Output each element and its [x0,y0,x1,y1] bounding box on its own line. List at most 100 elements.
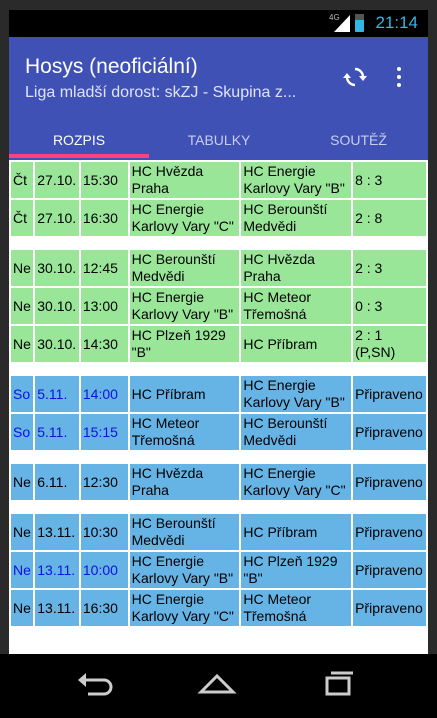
match-row[interactable]: Čt 27.10. 15:30 HC Hvězda Praha HC Energie K… [11,162,426,198]
match-day: Ne [11,288,34,324]
match-time: 16:30 [80,200,128,236]
match-home: HC Hvězda Praha [129,464,240,500]
match-row[interactable]: Ne 30.10. 14:30 HC Plzeň 1929 "B" HC Příbram… [11,326,426,362]
match-day: Ne [11,514,34,550]
match-home: HC Berounští Medvědi [129,250,240,286]
match-time: 14:30 [80,326,128,362]
refresh-icon[interactable] [343,65,367,89]
match-away: HC Energie Karlovy Vary "C" [241,464,352,500]
match-result: 2 : 8 [353,200,426,236]
match-row[interactable]: Ne 6.11. 12:30 HC Hvězda Praha HC Energie Ka… [11,464,426,500]
group-separator [11,364,426,374]
match-away: HC Meteor Třemošná [241,590,352,626]
match-time: 10:00 [80,552,128,588]
match-home: HC Příbram [129,376,240,412]
app-bar: Hosys (neoficiální) Liga mladší dorost: … [9,37,428,160]
match-day: Ne [11,464,34,500]
match-home: HC Berounští Medvědi [129,514,240,550]
match-date: 13.11. [35,514,79,550]
battery-icon [355,14,364,32]
match-time: 13:00 [80,288,128,324]
match-result: Připraveno [353,552,426,588]
match-day: So [11,414,34,450]
match-date: 5.11. [35,414,79,450]
app-subtitle: Liga mladší dorost: skZJ - Skupina z... [25,84,297,101]
match-time: 12:45 [80,250,128,286]
match-away: HC Příbram [241,514,352,550]
group-separator [11,502,426,512]
match-day: So [11,376,34,412]
match-result: 2 : 3 [353,250,426,286]
match-result: Připraveno [353,464,426,500]
match-time: 10:30 [80,514,128,550]
clock: 21:14 [375,13,418,32]
schedule-table: Čt 27.10. 15:30 HC Hvězda Praha HC Energie K… [9,160,428,628]
tab-rozpis[interactable]: ROZPIS [9,132,149,148]
signal-icon [334,15,350,32]
match-time: 12:30 [80,464,128,500]
match-date: 6.11. [35,464,79,500]
match-row[interactable]: Ne 13.11. 10:00 HC Energie Karlovy Vary "B"… [11,552,426,588]
match-away: HC Berounští Medvědi [241,414,352,450]
device-frame: 4G 21:14 Hosys (neoficiální) Liga mladší… [0,0,437,718]
recent-apps-icon[interactable] [318,668,358,698]
tab-soutez[interactable]: SOUTĚŽ [289,132,428,148]
app-title: Hosys (neoficiální) [25,55,198,78]
match-result: Připraveno [353,514,426,550]
more-options-icon[interactable] [389,67,409,89]
match-time: 15:15 [80,414,128,450]
match-date: 13.11. [35,552,79,588]
match-away: HC Příbram [241,326,352,362]
match-row[interactable]: Ne 30.10. 13:00 HC Energie Karlovy Vary "B"… [11,288,426,324]
schedule-list[interactable]: Čt 27.10. 15:30 HC Hvězda Praha HC Energie K… [9,160,428,654]
match-result: 0 : 3 [353,288,426,324]
group-separator [11,452,426,462]
match-away: HC Meteor Třemošná [241,288,352,324]
match-date: 30.10. [35,250,79,286]
match-result: Připraveno [353,414,426,450]
match-date: 13.11. [35,590,79,626]
screen: 4G 21:14 Hosys (neoficiální) Liga mladší… [9,10,428,654]
match-home: HC Hvězda Praha [129,162,240,198]
match-result: 2 : 1 (P,SN) [353,326,426,362]
match-away: HC Energie Karlovy Vary "B" [241,162,352,198]
home-icon[interactable] [197,668,237,698]
match-time: 15:30 [80,162,128,198]
back-icon[interactable] [76,668,116,698]
match-row[interactable]: So 5.11. 15:15 HC Meteor Třemošná HC Berounš… [11,414,426,450]
tab-tabulky[interactable]: TABULKY [149,132,289,148]
match-time: 16:30 [80,590,128,626]
match-away: HC Hvězda Praha [241,250,352,286]
match-row[interactable]: Čt 27.10. 16:30 HC Energie Karlovy Vary "C"… [11,200,426,236]
status-bar: 4G 21:14 [9,10,428,37]
match-home: HC Plzeň 1929 "B" [129,326,240,362]
match-day: Čt [11,162,34,198]
match-date: 5.11. [35,376,79,412]
match-row[interactable]: Ne 13.11. 10:30 HC Berounští Medvědi HC Příb… [11,514,426,550]
match-away: HC Berounští Medvědi [241,200,352,236]
match-date: 30.10. [35,288,79,324]
match-home: HC Meteor Třemošná [129,414,240,450]
match-result: 8 : 3 [353,162,426,198]
match-home: HC Energie Karlovy Vary "B" [129,288,240,324]
match-day: Ne [11,326,34,362]
tab-indicator [9,154,149,158]
match-row[interactable]: Ne 30.10. 12:45 HC Berounští Medvědi HC Hvěz… [11,250,426,286]
match-day: Ne [11,250,34,286]
match-day: Ne [11,552,34,588]
match-away: HC Plzeň 1929 "B" [241,552,352,588]
match-home: HC Energie Karlovy Vary "C" [129,200,240,236]
match-away: HC Energie Karlovy Vary "B" [241,376,352,412]
match-row[interactable]: Ne 13.11. 16:30 HC Energie Karlovy Vary "C"… [11,590,426,626]
match-date: 30.10. [35,326,79,362]
match-day: Čt [11,200,34,236]
match-home: HC Energie Karlovy Vary "B" [129,552,240,588]
group-separator [11,238,426,248]
match-result: Připraveno [353,376,426,412]
match-home: HC Energie Karlovy Vary "C" [129,590,240,626]
match-result: Připraveno [353,590,426,626]
match-time: 14:00 [80,376,128,412]
match-day: Ne [11,590,34,626]
match-date: 27.10. [35,200,79,236]
match-row[interactable]: So 5.11. 14:00 HC Příbram HC Energie Karlovy… [11,376,426,412]
